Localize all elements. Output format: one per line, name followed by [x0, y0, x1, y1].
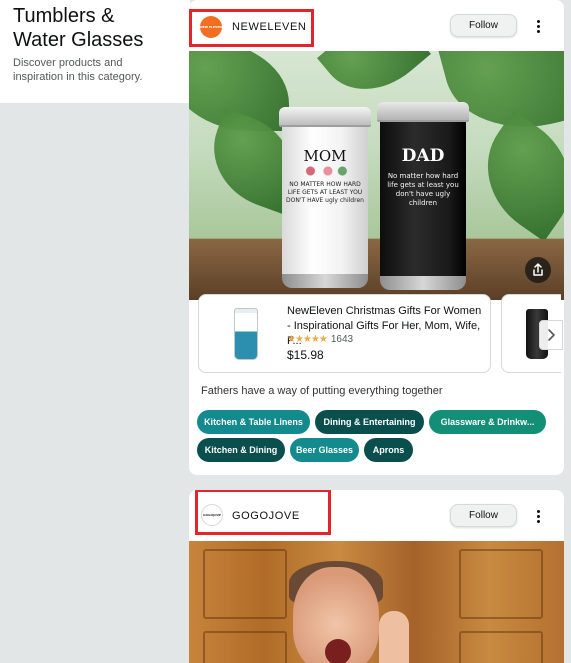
more-vertical-icon[interactable]: [530, 506, 546, 526]
category-description-line-2: inspiration in this category.: [13, 71, 143, 83]
tag-dining-entertaining[interactable]: Dining & Entertaining: [315, 410, 424, 434]
tumbler-title: DAD: [401, 146, 445, 166]
chevron-right-icon: [548, 329, 555, 341]
category-description-line-1: Discover products and: [13, 57, 123, 69]
share-icon: [533, 263, 543, 276]
share-button[interactable]: [525, 257, 551, 283]
dad-tumbler: DAD No matter how hard life gets at leas…: [377, 102, 469, 290]
post-header: GOGOJOVE GOGOJOVE Follow: [189, 490, 564, 540]
tumbler-text: NO MATTER HOW HARD LIFE GETS AT LEAST YO…: [286, 181, 364, 204]
tag-aprons[interactable]: Aprons: [364, 438, 413, 462]
follow-button[interactable]: Follow: [450, 14, 517, 37]
category-title-line-2: Water Glasses: [13, 29, 144, 51]
more-vertical-icon[interactable]: [530, 16, 546, 36]
product-thumbnail[interactable]: [217, 303, 275, 365]
carousel-next-button[interactable]: [539, 320, 563, 350]
product-price: $15.98: [287, 348, 324, 362]
category-title: Tumblers & Water Glasses: [13, 4, 178, 52]
review-count[interactable]: 1643: [331, 334, 353, 345]
door-panel: [203, 631, 287, 663]
tumbler-thumbnail-image: [234, 308, 258, 360]
annotation-highlight-box: [195, 490, 331, 535]
post-header: NEW ELEVEN NEWELEVEN Follow: [189, 0, 564, 50]
post-image[interactable]: [189, 541, 564, 663]
product-carousel: NewEleven Christmas Gifts For Women - In…: [189, 294, 564, 374]
category-description: Discover products and inspiration in thi…: [13, 56, 178, 84]
person-mouth: [325, 639, 351, 663]
tumbler-base: [282, 274, 368, 288]
door-panel: [203, 549, 287, 619]
mom-tumbler: MOM NO MATTER HOW HARD LIFE GETS AT LEAS…: [279, 107, 371, 288]
tag-beer-glasses[interactable]: Beer Glasses: [290, 438, 359, 462]
post-card: GOGOJOVE GOGOJOVE Follow: [189, 490, 564, 663]
tag-kitchen-table-linens[interactable]: Kitchen & Table Linens: [197, 410, 310, 434]
person-hand: [379, 611, 409, 663]
follow-button[interactable]: Follow: [450, 504, 517, 527]
tumbler-title: MOM: [303, 147, 347, 165]
category-header: Tumblers & Water Glasses Discover produc…: [0, 0, 190, 103]
category-title-line-1: Tumblers &: [13, 5, 115, 27]
door-panel: [459, 549, 543, 619]
tumbler-lid: [377, 102, 469, 122]
tumbler-base: [380, 276, 466, 290]
flower-decoration: [296, 165, 354, 177]
table-surface: [189, 239, 564, 300]
tag-glassware-drinkware[interactable]: Glassware & Drinkw...: [429, 410, 546, 434]
star-rating-icon: ★★★★★: [287, 334, 328, 345]
tumbler-lid: [279, 107, 371, 127]
annotation-highlight-box: [189, 9, 314, 47]
tag-kitchen-dining[interactable]: Kitchen & Dining: [197, 438, 285, 462]
post-card: NEW ELEVEN NEWELEVEN Follow MOM NO MATTE…: [189, 0, 564, 475]
product-card[interactable]: NewEleven Christmas Gifts For Women - In…: [198, 294, 491, 373]
tumbler-text: No matter how hard life gets at least yo…: [387, 172, 459, 207]
post-caption: Fathers have a way of putting everything…: [201, 385, 443, 397]
door-panel: [459, 631, 543, 663]
rating-row: ★★★★★ 1643: [287, 334, 353, 345]
post-image[interactable]: MOM NO MATTER HOW HARD LIFE GETS AT LEAS…: [189, 51, 564, 300]
leaf-decoration: [462, 110, 564, 242]
